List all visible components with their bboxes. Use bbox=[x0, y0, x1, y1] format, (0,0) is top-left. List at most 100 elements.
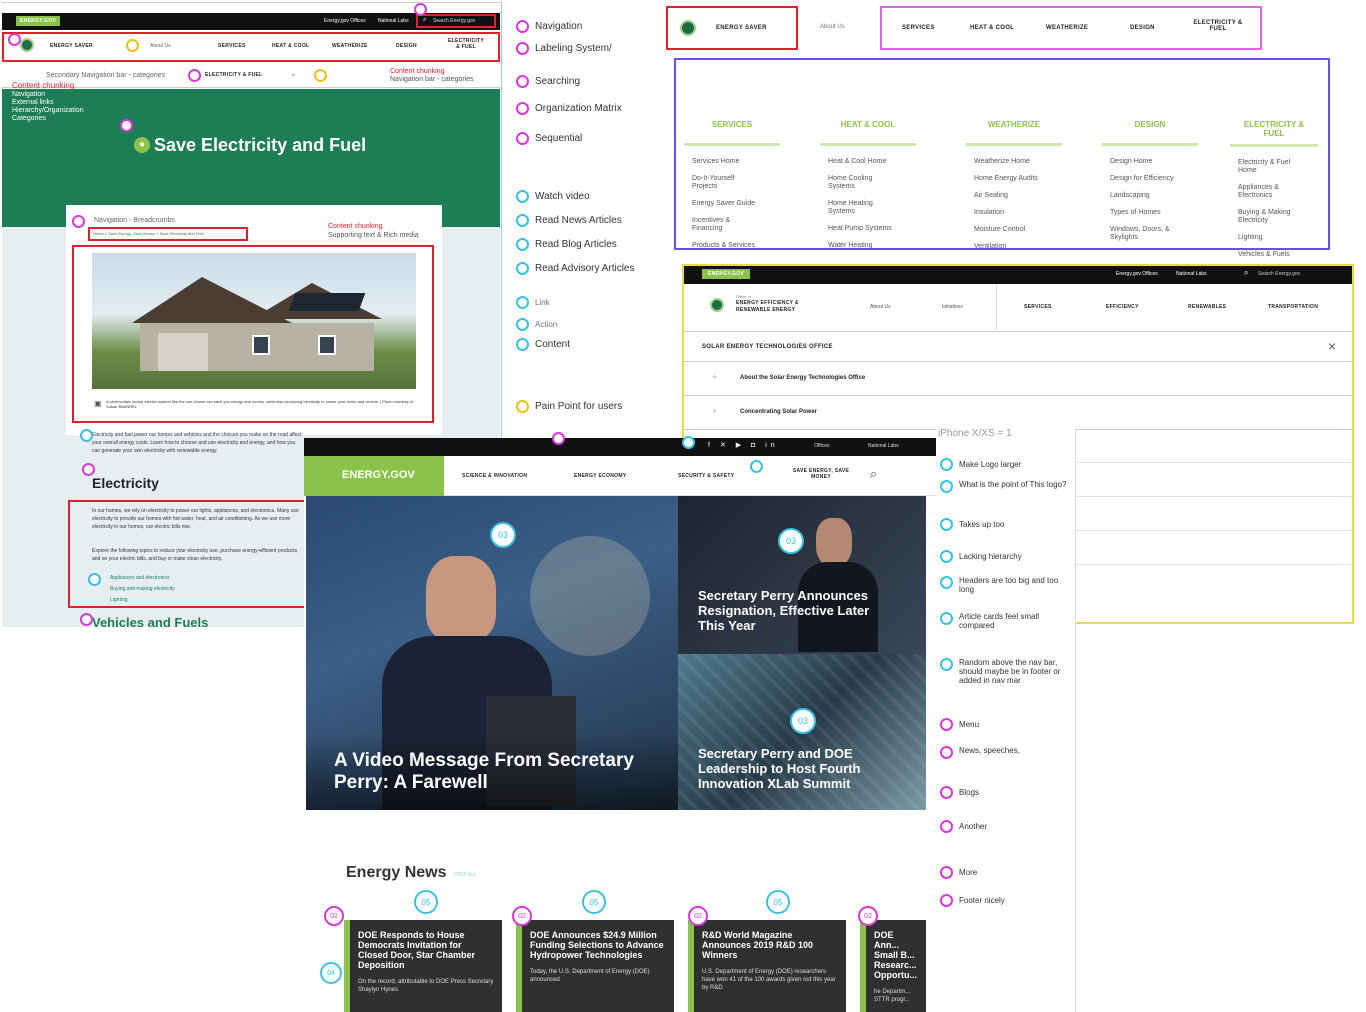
util-link-offices[interactable]: Energy.gov Offices bbox=[324, 18, 366, 24]
nav-heat-cool[interactable]: HEAT & COOL bbox=[272, 43, 309, 49]
search-box[interactable]: ⌕ Search Energy.gov bbox=[416, 14, 496, 28]
menu-item[interactable]: Home Heating Systems bbox=[828, 200, 888, 216]
office-menu-row[interactable]: + About the Solar Energy Technologies Of… bbox=[684, 362, 1352, 396]
view-all-link[interactable]: VIEW ALL bbox=[454, 872, 477, 878]
site-name[interactable]: ENERGY SAVER bbox=[716, 25, 767, 31]
energy-gov-logo[interactable]: ENERGY.GOV bbox=[342, 469, 415, 481]
hero-side-title-2[interactable]: Secretary Perry and DOE Leadership to Ho… bbox=[698, 746, 908, 791]
nav-design[interactable]: DESIGN bbox=[1130, 25, 1155, 31]
menu-item[interactable]: Home Cooling Systems bbox=[828, 175, 888, 191]
news-card[interactable]: DOE Ann... Small B... Researc... Opportu… bbox=[860, 920, 926, 1012]
energy-gov-logo[interactable]: ENERGY.GOV bbox=[16, 16, 61, 26]
news-card-title[interactable]: DOE Responds to House Democrats Invitati… bbox=[358, 930, 494, 970]
hero-side-title-1[interactable]: Secretary Perry Announces Resignation, E… bbox=[698, 588, 898, 633]
doe-seal-icon[interactable] bbox=[20, 38, 34, 52]
nav-economy[interactable]: ENERGY ECONOMY bbox=[574, 473, 626, 479]
column-heading[interactable]: HEAT & COOL bbox=[812, 120, 924, 129]
office-menu-row-label[interactable]: Concentrating Solar Power bbox=[740, 409, 817, 415]
news-card-title[interactable]: DOE Ann... Small B... Researc... Opportu… bbox=[874, 930, 918, 980]
nav-transportation[interactable]: TRANSPORTATION bbox=[1268, 304, 1318, 310]
menu-item[interactable]: Energy Saver Guide bbox=[692, 200, 788, 208]
menu-item[interactable]: Appliances & Electronics bbox=[1238, 184, 1298, 200]
menu-item[interactable]: Ventilation bbox=[974, 243, 1070, 251]
office-name[interactable]: ENERGY EFFICIENCY & RENEWABLE ENERGY bbox=[736, 300, 820, 314]
nav-about-us[interactable]: About Us bbox=[870, 304, 891, 310]
menu-item[interactable]: Services Home bbox=[692, 158, 788, 166]
hero-main-title[interactable]: A Video Message From Secretary Perry: A … bbox=[334, 750, 634, 794]
nav-initiatives[interactable]: Initiatives bbox=[942, 304, 963, 310]
menu-item[interactable]: Insulation bbox=[974, 209, 1070, 217]
social-icons[interactable]: f ✕ ▶ ◘ in bbox=[708, 441, 779, 449]
link-appliances[interactable]: Appliances and electronics bbox=[110, 573, 175, 584]
nav-design[interactable]: DESIGN bbox=[396, 43, 417, 49]
menu-item[interactable]: Design for Efficiency bbox=[1110, 175, 1206, 183]
link-buying-electricity[interactable]: Buying and making electricity bbox=[110, 584, 175, 595]
menu-item[interactable]: Incentives & Financing bbox=[692, 217, 752, 233]
menu-item[interactable]: Design Home bbox=[1110, 158, 1206, 166]
nav-weatherize[interactable]: WEATHERIZE bbox=[1046, 25, 1088, 31]
menu-item[interactable]: Heat Pump Systems bbox=[828, 225, 924, 233]
menu-item[interactable]: Products & Services bbox=[692, 242, 788, 250]
column-heading[interactable]: ELECTRICITY & FUEL bbox=[1222, 120, 1326, 138]
close-icon[interactable]: × bbox=[1328, 338, 1336, 354]
news-card[interactable]: DOE Announces $24.9 Million Funding Sele… bbox=[516, 920, 674, 1012]
news-card-title[interactable]: R&D World Magazine Announces 2019 R&D 10… bbox=[702, 930, 838, 960]
news-card-title[interactable]: DOE Announces $24.9 Million Funding Sele… bbox=[530, 930, 666, 960]
menu-item[interactable]: Electricity & Fuel Home bbox=[1238, 159, 1298, 175]
breadcrumb[interactable]: Home » Save Energy, Save Money » Save El… bbox=[93, 231, 204, 236]
site-name[interactable]: ENERGY SAVER bbox=[50, 43, 93, 49]
nav-electricity-fuel[interactable]: ELECTRICITY & FUEL bbox=[1186, 20, 1250, 32]
util-link-labs[interactable]: National Labs bbox=[1176, 271, 1207, 277]
menu-item[interactable]: Vehicles & Fuels bbox=[1238, 251, 1326, 259]
menu-item[interactable]: Weatherize Home bbox=[974, 158, 1070, 166]
office-menu-row[interactable]: + Concentrating Solar Power bbox=[684, 396, 1352, 430]
menu-item[interactable]: Buying & Making Electricity bbox=[1238, 209, 1298, 225]
menu-item[interactable]: Windows, Doors, & Skylights bbox=[1110, 226, 1190, 242]
nav-efficiency[interactable]: EFFICIENCY bbox=[1106, 304, 1139, 310]
doe-seal-icon[interactable] bbox=[680, 20, 696, 36]
energy-gov-logo-block[interactable]: ENERGY.GOV bbox=[304, 456, 444, 496]
nav-renewables[interactable]: RENEWABLES bbox=[1188, 304, 1226, 310]
util-link-labs[interactable]: National Labs bbox=[868, 443, 899, 449]
plus-icon[interactable]: + bbox=[712, 372, 717, 382]
menu-item[interactable]: Lighting bbox=[1238, 234, 1326, 242]
about-link[interactable]: About Us bbox=[150, 43, 171, 49]
hero-side-card[interactable]: Secretary Perry Announces Resignation, E… bbox=[678, 496, 926, 654]
menu-item[interactable]: Types of Homes bbox=[1110, 209, 1206, 217]
util-link-offices[interactable]: Offices bbox=[814, 443, 829, 449]
menu-item[interactable]: Heat & Cool Home bbox=[828, 158, 924, 166]
nav-security[interactable]: SECURITY & SAFETY bbox=[678, 473, 734, 479]
menu-item[interactable]: Air Sealing bbox=[974, 192, 1070, 200]
column-heading[interactable]: DESIGN bbox=[1094, 120, 1206, 129]
menu-item[interactable]: Do-It-Yourself Projects bbox=[692, 175, 752, 191]
util-link-labs[interactable]: National Labs bbox=[378, 18, 409, 24]
nav-weatherize[interactable]: WEATHERIZE bbox=[332, 43, 368, 49]
nav-services[interactable]: SERVICES bbox=[1024, 304, 1052, 310]
menu-item[interactable]: Home Energy Audits bbox=[974, 175, 1070, 183]
search-icon[interactable]: ⌕ bbox=[1244, 268, 1248, 278]
plus-icon[interactable]: + bbox=[712, 406, 717, 416]
column-heading[interactable]: WEATHERIZE bbox=[958, 120, 1070, 129]
doe-seal-icon[interactable] bbox=[710, 298, 724, 312]
about-link[interactable]: About Us bbox=[820, 24, 845, 30]
menu-item[interactable]: Landscaping bbox=[1110, 192, 1206, 200]
nav-science[interactable]: SCIENCE & INNOVATION bbox=[462, 473, 527, 479]
util-link-offices[interactable]: Energy.gov Offices bbox=[1116, 271, 1158, 277]
office-menu-row-label[interactable]: About the Solar Energy Technologies Offi… bbox=[740, 375, 865, 381]
nav-electricity-fuel[interactable]: ELECTRICITY & FUEL bbox=[446, 38, 486, 50]
chevron-down-icon[interactable]: ⌄ bbox=[290, 69, 297, 78]
nav-heat-cool[interactable]: HEAT & COOL bbox=[970, 25, 1014, 31]
link-lighting[interactable]: Lighting bbox=[110, 595, 175, 606]
news-card[interactable]: DOE Responds to House Democrats Invitati… bbox=[344, 920, 502, 1012]
nav-save-energy[interactable]: SAVE ENERGY, SAVE MONEY bbox=[790, 468, 852, 480]
column-heading[interactable]: SERVICES bbox=[676, 120, 788, 129]
search-icon[interactable]: ⌕ bbox=[870, 466, 877, 482]
nav-services[interactable]: SERVICES bbox=[902, 25, 935, 31]
nav-services[interactable]: SERVICES bbox=[218, 43, 246, 49]
news-card[interactable]: R&D World Magazine Announces 2019 R&D 10… bbox=[688, 920, 846, 1012]
energy-gov-logo[interactable]: ENERGY.GOV bbox=[702, 269, 751, 279]
menu-item[interactable]: Water Heating bbox=[828, 242, 924, 250]
search-placeholder[interactable]: Search Energy.gov bbox=[1258, 271, 1300, 277]
secondary-nav-current[interactable]: ELECTRICITY & FUEL bbox=[205, 72, 263, 78]
menu-item[interactable]: Moisture Control bbox=[974, 226, 1070, 234]
